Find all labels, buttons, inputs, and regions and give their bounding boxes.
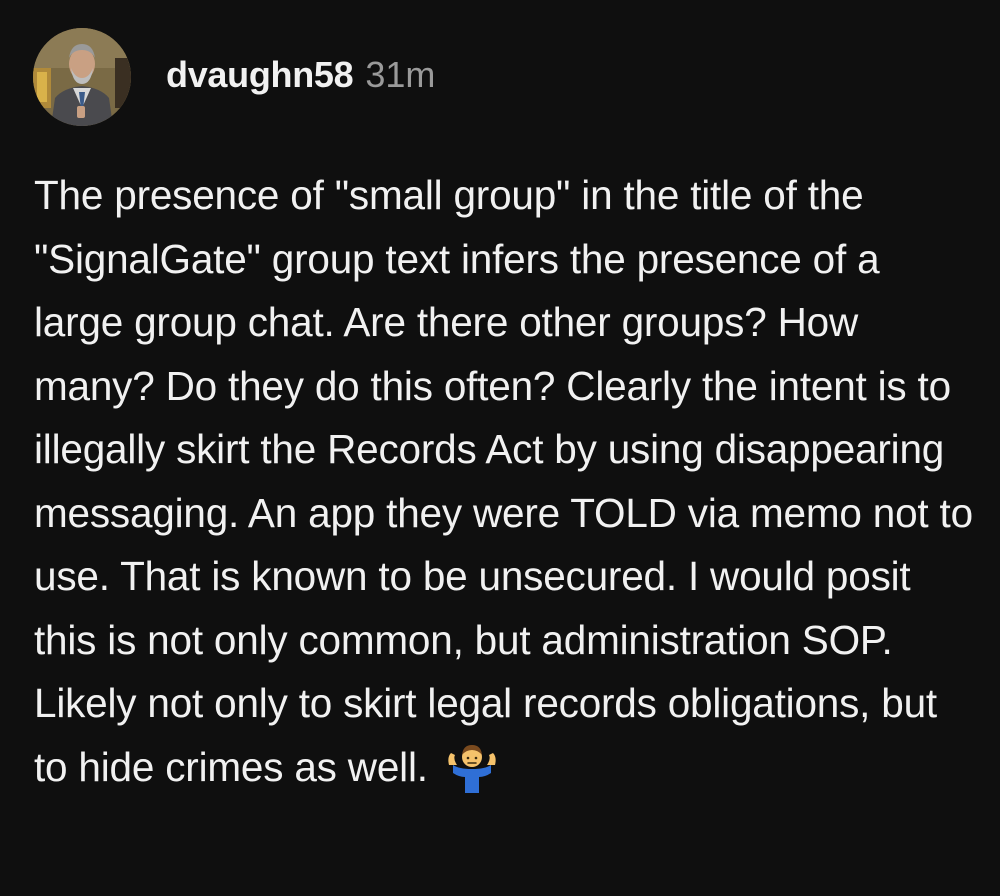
comment-header: dvaughn58 31m [166,54,435,102]
username[interactable]: dvaughn58 [166,54,354,96]
timestamp: 31m [365,54,436,95]
comment: dvaughn58 31m The presence of "small gro… [0,0,1000,896]
comment-body: The presence of "small group" in the tit… [34,164,979,799]
avatar-photo [33,28,131,126]
avatar[interactable] [33,28,131,126]
comment-text: The presence of "small group" in the tit… [34,172,973,790]
person-shrugging-icon [445,739,499,793]
